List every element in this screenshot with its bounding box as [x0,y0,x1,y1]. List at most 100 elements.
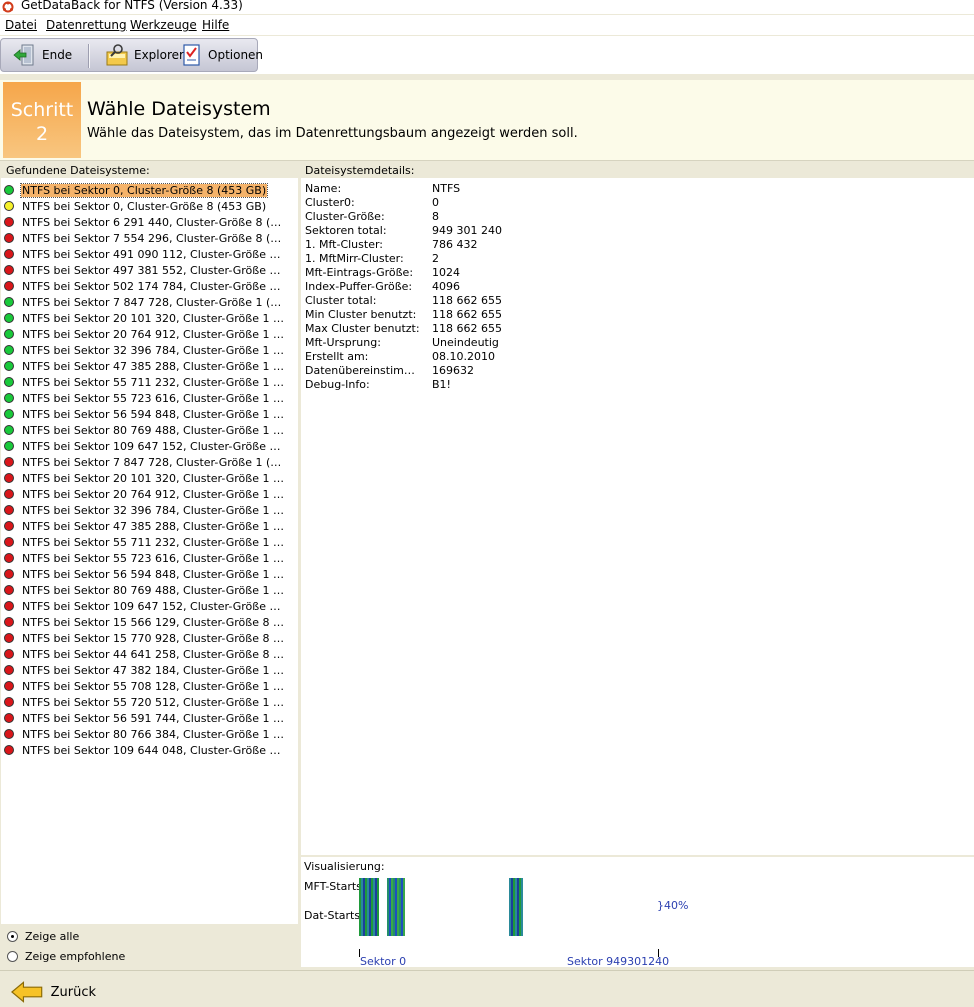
back-button[interactable]: Zurück [10,978,96,1006]
filesystem-label: NTFS bei Sektor 55 711 232, Cluster-Größ… [22,375,288,389]
status-red-icon [4,713,14,723]
show-all-radio[interactable]: Zeige alle [7,930,79,943]
status-red-icon [4,505,14,515]
sector-start-label: Sektor 0 [360,955,407,968]
step-badge: Schritt 2 [3,82,81,158]
status-red-icon [4,265,14,275]
app-logo-icon [2,1,14,13]
status-red-icon [4,633,14,643]
visualization-stripe [521,878,523,907]
filesystem-list-item[interactable]: NTFS bei Sektor 20 764 912, Cluster-Größ… [4,486,288,502]
status-red-icon [4,745,14,755]
detail-key: Max Cluster benutzt: [305,322,420,335]
filesystem-list-item[interactable]: NTFS bei Sektor 32 396 784, Cluster-Größ… [4,502,288,518]
status-green-icon [4,361,14,371]
detail-key: Datenübereinstimmun... [305,364,425,377]
filesystem-label: NTFS bei Sektor 7 847 728, Cluster-Größe… [22,295,288,309]
filesystem-list-item[interactable]: NTFS bei Sektor 32 396 784, Cluster-Größ… [4,342,288,358]
filesystem-list-item[interactable]: NTFS bei Sektor 20 764 912, Cluster-Größ… [4,326,288,342]
status-red-icon [4,217,14,227]
filesystem-list-item[interactable]: NTFS bei Sektor 15 770 928, Cluster-Größ… [4,630,288,646]
filesystem-list-item[interactable]: NTFS bei Sektor 20 101 320, Cluster-Größ… [4,310,288,326]
filesystem-list-item[interactable]: NTFS bei Sektor 47 385 288, Cluster-Größ… [4,358,288,374]
detail-key: Debug-Info: [305,378,370,391]
filesystem-list-item[interactable]: NTFS bei Sektor 109 644 048, Cluster-Grö… [4,742,288,758]
filesystem-list-item[interactable]: NTFS bei Sektor 20 101 320, Cluster-Größ… [4,470,288,486]
status-red-icon [4,617,14,627]
filesystem-list-item[interactable]: NTFS bei Sektor 497 381 552, Cluster-Grö… [4,262,288,278]
show-recommended-radio[interactable]: Zeige empfohlene [7,950,125,963]
radio-unchecked-icon [7,951,18,962]
filesystem-list-item[interactable]: NTFS bei Sektor 491 090 112, Cluster-Grö… [4,246,288,262]
filesystem-list[interactable]: NTFS bei Sektor 0, Cluster-Größe 8 (453 … [1,178,298,924]
visualization-label: Visualisierung: [304,860,385,873]
filesystem-list-item[interactable]: NTFS bei Sektor 109 647 152, Cluster-Grö… [4,438,288,454]
filesystem-list-item[interactable]: NTFS bei Sektor 109 647 152, Cluster-Grö… [4,598,288,614]
detail-value: 118 662 655 [432,322,502,335]
filesystem-list-item[interactable]: NTFS bei Sektor 15 566 129, Cluster-Größ… [4,614,288,630]
filesystem-label: NTFS bei Sektor 47 385 288, Cluster-Größ… [22,359,288,373]
mft-starts-label: MFT-Starts [304,880,362,893]
filesystem-list-item[interactable]: NTFS bei Sektor 44 641 258, Cluster-Größ… [4,646,288,662]
toolbar-separator [88,44,90,68]
filesystem-label: NTFS bei Sektor 80 766 384, Cluster-Größ… [22,727,288,741]
filesystem-list-item[interactable]: NTFS bei Sektor 55 708 128, Cluster-Größ… [4,678,288,694]
detail-value: 8 [432,210,439,223]
filesystem-list-item[interactable]: NTFS bei Sektor 80 766 384, Cluster-Größ… [4,726,288,742]
end-button[interactable]: Ende [13,39,72,71]
filesystem-list-item[interactable]: NTFS bei Sektor 502 174 784, Cluster-Grö… [4,278,288,294]
filesystem-list-item[interactable]: NTFS bei Sektor 47 382 184, Cluster-Größ… [4,662,288,678]
detail-key: Mft-Eintrags-Größe: [305,266,414,279]
filesystem-list-item[interactable]: NTFS bei Sektor 6 291 440, Cluster-Größe… [4,214,288,230]
filesystem-list-item[interactable]: NTFS bei Sektor 7 554 296, Cluster-Größe… [4,230,288,246]
page-title: Wähle Dateisystem [87,98,271,120]
menu-werkzeuge[interactable]: Werkzeuge [130,18,197,32]
filesystem-label: NTFS bei Sektor 55 708 128, Cluster-Größ… [22,679,288,693]
filesystem-list-item[interactable]: NTFS bei Sektor 55 723 616, Cluster-Größ… [4,390,288,406]
filesystem-label: NTFS bei Sektor 109 644 048, Cluster-Grö… [22,743,288,757]
filesystem-list-item[interactable]: NTFS bei Sektor 80 769 488, Cluster-Größ… [4,422,288,438]
detail-value: 0 [432,196,439,209]
filesystem-label: NTFS bei Sektor 497 381 552, Cluster-Grö… [22,263,288,277]
filesystem-label: NTFS bei Sektor 6 291 440, Cluster-Größe… [22,215,288,229]
filesystem-list-item[interactable]: NTFS bei Sektor 55 711 232, Cluster-Größ… [4,374,288,390]
menu-datei[interactable]: Datei [5,18,37,32]
menu-datenrettung[interactable]: Datenrettung [46,18,127,32]
show-all-label: Zeige alle [25,930,80,943]
status-yellow-icon [4,201,14,211]
filesystem-label: NTFS bei Sektor 7 847 728, Cluster-Größe… [22,455,288,469]
filesystem-list-item[interactable]: NTFS bei Sektor 55 720 512, Cluster-Größ… [4,694,288,710]
filesystem-list-item[interactable]: NTFS bei Sektor 55 711 232, Cluster-Größ… [4,534,288,550]
detail-value: 08.10.2010 [432,350,495,363]
filesystem-label: NTFS bei Sektor 47 382 184, Cluster-Größ… [22,663,288,677]
filesystem-list-item[interactable]: NTFS bei Sektor 47 385 288, Cluster-Größ… [4,518,288,534]
sector-end-label: Sektor 949301240 [567,955,670,968]
filesystem-list-item[interactable]: NTFS bei Sektor 7 847 728, Cluster-Größe… [4,454,288,470]
filesystem-label: NTFS bei Sektor 20 101 320, Cluster-Größ… [22,311,288,325]
filesystem-list-item[interactable]: NTFS bei Sektor 80 769 488, Cluster-Größ… [4,582,288,598]
visualization-stripe [521,907,523,936]
detail-key: Mft-Ursprung: [305,336,381,349]
filesystem-list-item[interactable]: NTFS bei Sektor 56 594 848, Cluster-Größ… [4,406,288,422]
filesystem-list-item[interactable]: NTFS bei Sektor 7 847 728, Cluster-Größe… [4,294,288,310]
detail-value: NTFS [432,182,461,195]
filesystem-list-item[interactable]: NTFS bei Sektor 56 591 744, Cluster-Größ… [4,710,288,726]
explorer-button[interactable]: Explorer [105,39,184,71]
filesystem-label: NTFS bei Sektor 0, Cluster-Größe 8 (453 … [22,199,267,213]
menu-hilfe[interactable]: Hilfe [202,18,229,32]
filesystem-list-item[interactable]: NTFS bei Sektor 0, Cluster-Größe 8 (453 … [4,182,269,198]
filesystem-label: NTFS bei Sektor 55 720 512, Cluster-Größ… [22,695,288,709]
filesystem-list-item[interactable]: NTFS bei Sektor 0, Cluster-Größe 8 (453 … [4,198,267,214]
filesystem-list-item[interactable]: NTFS bei Sektor 56 594 848, Cluster-Größ… [4,566,288,582]
detail-value: Uneindeutig [432,336,499,349]
step-header: Schritt 2 Wähle Dateisystem Wähle das Da… [0,80,974,161]
detail-value: 1024 [432,266,460,279]
status-red-icon [4,457,14,467]
status-green-icon [4,441,14,451]
options-button[interactable]: Optionen [181,39,263,71]
page-subtitle: Wähle das Dateisystem, das im Datenrettu… [87,126,578,141]
dat-starts-bar [359,907,659,936]
filesystem-list-item[interactable]: NTFS bei Sektor 55 723 616, Cluster-Größ… [4,550,288,566]
status-red-icon [4,489,14,499]
exit-icon [13,44,34,66]
